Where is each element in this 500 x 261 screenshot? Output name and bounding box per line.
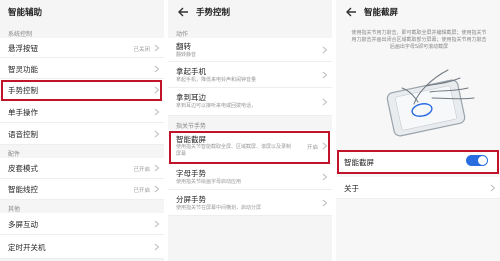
chevron-right-icon [154,220,160,228]
page-title: 智能截屏 [364,8,399,18]
settings-item-flip[interactable]: 翻转 翻转静音 [168,38,332,62]
settings-item-one-hand[interactable]: 单手操作 [0,101,164,123]
toggle-knob [478,156,487,165]
chevron-right-icon [154,108,160,116]
item-label: 单手操作 [8,108,38,117]
chevron-right-icon [322,142,328,150]
item-description: 翻转静音 [176,52,197,58]
page-title: 智能辅助 [8,8,43,18]
settings-item-raise-to-ear[interactable]: 拿到耳边 拿到耳边可以接听来电或回拨电话， [168,88,332,116]
chevron-right-icon [322,173,328,181]
chevron-right-icon [490,184,496,192]
settings-item-cover-mode[interactable]: 皮套模式 已开启 [0,158,164,179]
item-label: 智灵功能 [8,65,38,74]
item-label: 分屏手势 [176,195,206,204]
app-bar: 智能截屏 [336,0,500,24]
chevron-right-icon [322,46,328,54]
item-status: 已开启 [133,188,150,194]
chevron-right-icon [322,71,328,79]
settings-item-about[interactable]: 关于 [336,177,500,199]
settings-panel-gesture-control: 手势控制 动作 翻转 翻转静音 拿起手机 拿起手机，降低来电铃声和闹钟音量 拿到… [168,0,332,261]
feature-description: 使用指关节用力敲击，即可截取全屏并编辑截屏；使用指关节用力敲击并画出闭合区域截取… [351,30,487,50]
page-title: 手势控制 [196,8,231,18]
item-label: 悬浮按钮 [8,44,38,53]
chevron-right-icon [154,185,160,193]
settings-item-multi-screen[interactable]: 多屏互动 [0,213,164,235]
settings-item-smart-screenshot[interactable]: 智能截屏 使用指关节智能截取全屏、区域截屏、滚屏以及录制屏幕 开启 [168,130,332,164]
item-description: 使用指关节在屏幕中间横划，启动分屏 [176,205,262,211]
settings-panel-smart-screenshot: 智能截屏 使用指关节用力敲击，即可截取全屏并编辑截屏；使用指关节用力敲击并画出闭… [336,0,500,261]
item-label: 拿起手机 [176,67,206,76]
settings-item-pick-up[interactable]: 拿起手机 拿起手机，降低来电铃声和闹钟音量 [168,62,332,88]
back-arrow-icon[interactable] [176,5,190,19]
chevron-right-icon [322,199,328,207]
section-header-actions: 动作 [176,31,189,38]
item-description: 拿起手机，降低来电铃声和闹钟音量 [176,77,257,83]
section-header-knuckle: 指关节手势 [176,123,207,130]
item-label: 翻转 [176,42,191,51]
smart-screenshot-toggle[interactable] [466,155,488,166]
settings-panel-smart-assist: 智能辅助 系统控制 悬浮按钮 已关闭 智灵功能 手势控制 单手操作 语音控制 配… [0,0,164,261]
chevron-right-icon [154,86,160,94]
section-header-other: 其他 [8,206,21,213]
chevron-right-icon [154,130,160,138]
settings-item-split-screen[interactable]: 分屏手势 使用指关节在屏幕中间横划，启动分屏 [168,190,332,216]
smart-screenshot-toggle-row[interactable]: 智能截屏 [336,151,500,173]
settings-item-gesture-control[interactable]: 手势控制 [0,79,164,101]
chevron-right-icon [322,98,328,106]
item-description: 拿到耳边可以接听来电或回拨电话， [176,103,257,109]
settings-item-smart-features[interactable]: 智灵功能 [0,58,164,79]
item-label: 手势控制 [8,86,38,95]
settings-item-wire-control[interactable]: 智能线控 已开启 [0,179,164,200]
item-label: 皮套模式 [8,164,38,173]
back-arrow-icon[interactable] [344,5,358,19]
item-label: 智能截屏 [344,158,374,167]
item-description: 使用指关节智能截取全屏、区域截屏、滚屏以及录制屏幕 [176,144,292,157]
chevron-right-icon [154,65,160,73]
settings-item-scheduled-power[interactable]: 定时开关机 [0,235,164,259]
section-header-accessories: 配件 [8,151,21,158]
item-label: 智能线控 [8,185,38,194]
item-label: 关于 [344,184,359,193]
app-bar: 手势控制 [168,0,332,24]
item-label: 语音控制 [8,130,38,139]
item-description: 使用指关节绘画字母启动应用 [176,179,242,185]
settings-item-letter-gesture[interactable]: 字母手势 使用指关节绘画字母启动应用 [168,164,332,190]
section-header-system: 系统控制 [8,31,33,38]
item-label: 字母手势 [176,169,206,178]
app-bar: 智能辅助 [0,0,164,24]
item-label: 多屏互动 [8,220,38,229]
chevron-right-icon [154,243,160,251]
settings-item-voice-control[interactable]: 语音控制 [0,123,164,145]
item-status: 已关闭 [133,47,150,53]
item-label: 拿到耳边 [176,93,206,102]
settings-item-floating-button[interactable]: 悬浮按钮 已关闭 [0,38,164,58]
chevron-right-icon [154,164,160,172]
item-status: 已开启 [133,167,150,173]
item-status: 开启 [306,145,318,151]
knuckle-gesture-illustration [386,69,475,137]
chevron-right-icon [154,44,160,52]
item-label: 定时开关机 [8,243,46,252]
